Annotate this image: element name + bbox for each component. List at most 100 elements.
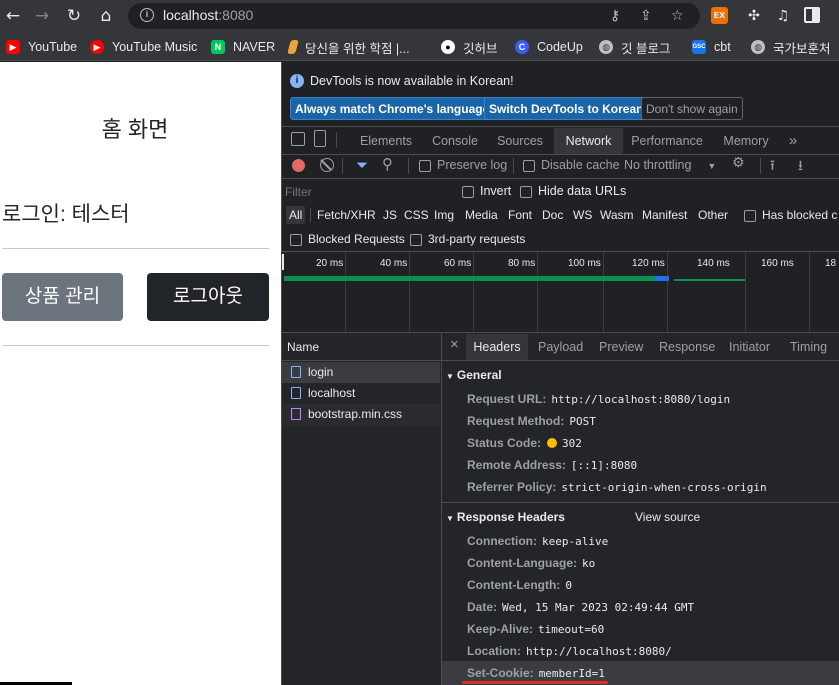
home-icon[interactable]: ⌂ [96,6,116,26]
match-language-button[interactable]: Always match Chrome's language [290,97,495,120]
side-panel-icon[interactable] [804,7,820,23]
bookmark-mpva[interactable]: ◍ 국가보훈처 [751,38,831,56]
header-value: http://localhost:8080/login [551,393,731,406]
timeline-tick: 140 ms [697,258,730,269]
gsc-icon: GSC [692,40,706,54]
network-conditions-icon[interactable]: ⚙ [732,155,745,171]
tab-network[interactable]: Network [554,128,623,154]
import-har-icon[interactable]: ⭱ [770,155,775,179]
header-key: Set-Cookie: [467,666,534,680]
clear-icon[interactable] [320,158,334,172]
checkbox-icon [520,185,532,198]
hide-data-urls-checkbox[interactable]: Hide data URLs [520,184,626,198]
header-key: Remote Address: [467,458,566,472]
dont-show-again-button[interactable]: Don't show again [641,97,743,120]
tab-sources[interactable]: Sources [491,128,549,154]
header-row: Remote Address: [::1]:8080 [467,458,637,472]
tab-elements[interactable]: Elements [354,128,418,154]
filter-type-doc[interactable]: Doc [542,208,563,222]
tab-payload[interactable]: Payload [538,334,583,360]
tab-headers[interactable]: Headers [466,334,528,360]
bookmark-youtube-music[interactable]: ▶ YouTube Music [90,38,197,56]
key-icon[interactable]: ⚷ [610,7,620,25]
blocked-requests-label: Blocked Requests [308,232,405,246]
inspect-element-icon[interactable] [291,132,305,146]
header-value: strict-origin-when-cross-origin [561,481,767,494]
close-icon[interactable]: × [450,336,459,353]
throttling-select[interactable]: No throttling ▼ [624,158,716,172]
preserve-log-checkbox[interactable]: Preserve log [419,158,507,172]
filter-type-all[interactable]: All [286,206,306,224]
bookmark-youtube[interactable]: ▶ YouTube [6,38,77,56]
blocked-requests-checkbox[interactable]: Blocked Requests [290,232,405,246]
filter-type-other[interactable]: Other [698,208,728,222]
third-party-checkbox[interactable]: 3rd-party requests [410,232,525,246]
hide-data-urls-label: Hide data URLs [538,184,627,198]
divider [513,158,514,174]
tab-timing[interactable]: Timing [790,334,827,360]
bookmark-cbt[interactable]: GSC cbt [692,38,731,56]
disable-cache-label: Disable cache [541,158,620,172]
export-har-icon[interactable]: ⭳ [798,155,803,179]
more-tabs-icon[interactable]: » [782,128,804,154]
disable-cache-checkbox[interactable]: Disable cache [523,158,620,172]
response-headers-toggle[interactable]: ▼ Response Headers [446,510,565,524]
general-section-toggle[interactable]: ▼ General [446,368,502,382]
media-queue-icon[interactable]: ♫ [773,6,793,26]
codeup-icon: C [515,40,529,54]
preserve-log-label: Preserve log [437,158,508,172]
site-info-icon[interactable]: i [140,8,154,22]
search-icon[interactable]: ⚲ [382,155,393,173]
bookmark-credit[interactable]: 당신을 위한 학점 |... [287,38,410,56]
has-blocked-cookies-checkbox[interactable]: Has blocked c [744,208,837,222]
filter-type-media[interactable]: Media [465,208,498,222]
request-row-bootstrap[interactable]: bootstrap.min.css [282,404,440,425]
extension-ex-icon[interactable]: EX [711,7,728,24]
tab-memory[interactable]: Memory [717,128,775,154]
address-bar[interactable]: i localhost:8080 ⚷ ⇪ ☆ [128,3,700,29]
back-arrow-icon[interactable]: ← [3,6,23,26]
youtube-icon: ▶ [6,40,20,54]
puzzle-icon[interactable]: ✣ [744,6,764,26]
bookmark-git-blog[interactable]: ◍ 깃 블로그 [599,38,670,56]
globe-icon: ◍ [599,40,613,54]
reload-icon[interactable]: ↻ [64,6,84,26]
bookmark-codeup[interactable]: C CodeUp [515,38,583,56]
star-icon[interactable]: ☆ [671,7,684,25]
tab-performance[interactable]: Performance [629,128,705,154]
tab-response[interactable]: Response [659,334,715,360]
tab-initiator[interactable]: Initiator [729,334,770,360]
filter-input[interactable] [285,182,448,202]
bookmark-naver[interactable]: N NAVER [211,38,275,56]
filter-type-font[interactable]: Font [508,208,532,222]
invert-checkbox[interactable]: Invert [462,184,511,198]
filter-type-fetch[interactable]: Fetch/XHR [317,208,376,222]
response-headers-title: Response Headers [456,510,565,524]
request-row-login[interactable]: login [282,362,440,383]
filter-type-js[interactable]: JS [383,208,397,222]
share-icon[interactable]: ⇪ [640,7,652,25]
header-key: Location: [467,644,521,658]
tab-preview[interactable]: Preview [599,334,643,360]
filter-type-ws[interactable]: WS [573,208,592,222]
forward-arrow-icon[interactable]: → [32,6,52,26]
device-toolbar-icon[interactable] [314,130,326,147]
switch-korean-button[interactable]: Switch DevTools to Korean [484,97,649,120]
product-manage-button[interactable]: 상품 관리 [2,273,123,321]
bookmark-github[interactable]: ● 깃허브 [441,38,498,56]
request-row-localhost[interactable]: localhost [282,383,440,404]
view-source-link[interactable]: View source [635,510,700,524]
record-icon[interactable] [292,159,305,172]
tab-console[interactable]: Console [426,128,484,154]
header-row: Content-Language: ko [467,556,595,570]
logout-button[interactable]: 로그아웃 [147,273,269,321]
name-column-header[interactable]: Name [287,340,319,354]
header-row: Request URL: http://localhost:8080/login [467,392,730,406]
filter-type-css[interactable]: CSS [404,208,429,222]
filter-type-wasm[interactable]: Wasm [600,208,634,222]
filter-type-img[interactable]: Img [434,208,454,222]
triangle-down-icon: ▼ [446,514,454,523]
url-port: :8080 [218,7,254,23]
filter-icon[interactable]: ⏷ [356,156,368,174]
filter-type-manifest[interactable]: Manifest [642,208,687,222]
